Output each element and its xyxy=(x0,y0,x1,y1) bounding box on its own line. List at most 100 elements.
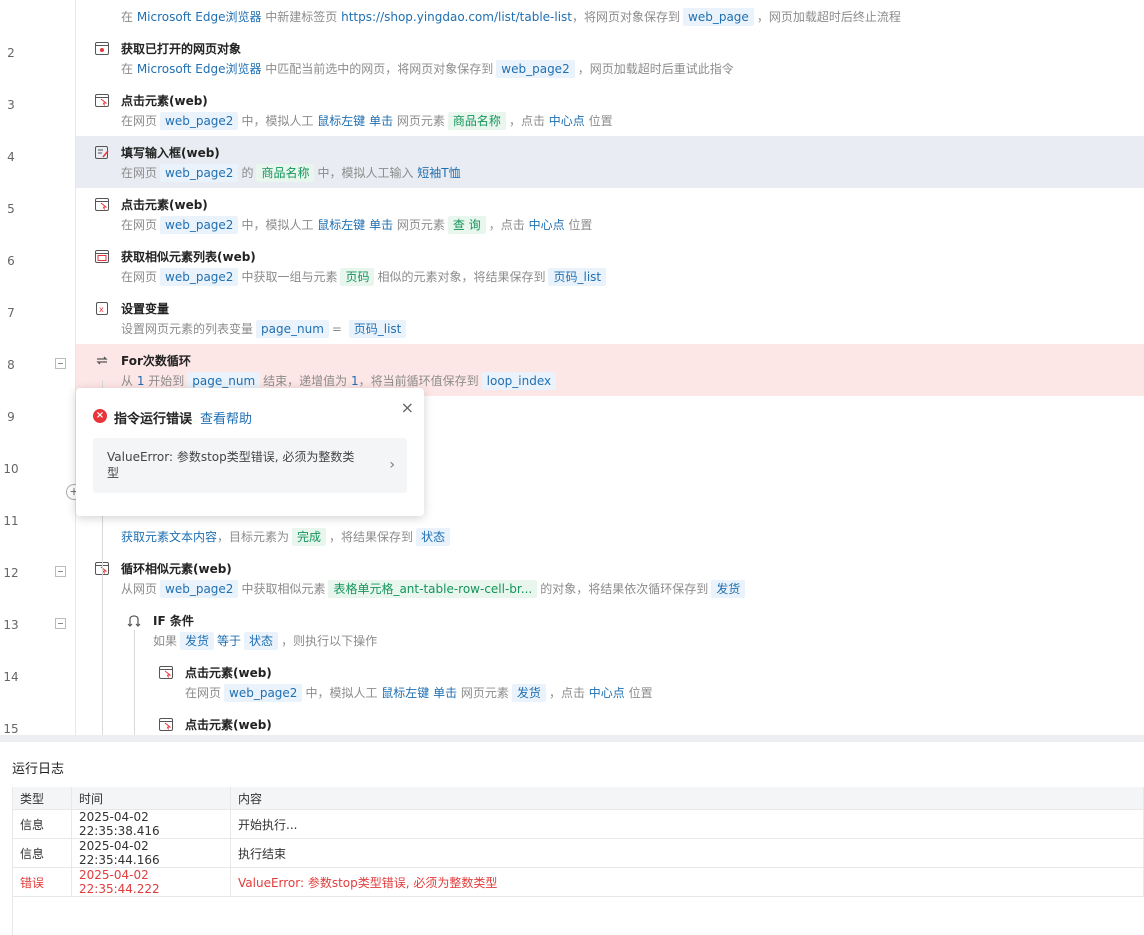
browser-icon xyxy=(95,42,109,55)
keyword-text: 鼠标左键 单击 xyxy=(381,686,458,700)
input-field-icon xyxy=(95,146,109,159)
click-element-icon xyxy=(159,718,173,731)
line-number: 3 xyxy=(7,98,15,112)
description-text: 位置 xyxy=(564,218,593,232)
description-text: ，点击 xyxy=(508,114,549,128)
description-text: 从 xyxy=(121,374,137,388)
flow-step-row[interactable]: 在 Microsoft Edge浏览器 中新建标签页 https://shop.… xyxy=(0,0,1144,32)
flow-step-row[interactable]: 13 IF 条件 如果 发货 等于 状态 ，则执行以下操作 xyxy=(0,604,1144,656)
log-cell-type: 错误 xyxy=(12,867,72,897)
step-title: 获取已打开的网页对象 xyxy=(121,42,242,56)
description-text: 中获取一组与元素 xyxy=(241,270,338,284)
line-number: 4 xyxy=(7,150,15,164)
description-text: 中获取相似元素 xyxy=(241,582,326,596)
variable-tag: web_page2 xyxy=(160,216,239,234)
log-cell-type: 信息 xyxy=(12,838,72,868)
element-list-icon xyxy=(95,250,109,263)
flow-step-row[interactable]: 5 点击元素(web) 在网页 web_page2 中，模拟人工 鼠标左键 单击 网页元… xyxy=(0,188,1144,240)
line-number: 14 xyxy=(3,670,19,684)
description-text: 相似的元素对象，将结果保存到 xyxy=(377,270,546,284)
if-condition-icon xyxy=(127,614,141,627)
line-number: 6 xyxy=(7,254,15,268)
error-popup: × 指令运行错误 查看帮助 × ValueError: 参数stop类型错误, … xyxy=(76,388,424,516)
description-text: 网页元素 xyxy=(393,114,445,128)
description-text: 在网页 xyxy=(121,270,158,284)
run-log-panel: 运行日志 类型 时间 内容 信息 2025-04-02 22:35:38.416 开… xyxy=(0,742,1144,935)
step-description: 如果 发货 等于 状态 ，则执行以下操作 xyxy=(153,632,377,650)
collapse-toggle-icon[interactable] xyxy=(55,358,66,369)
step-title: 点击元素(web) xyxy=(121,94,208,108)
collapse-toggle-icon[interactable] xyxy=(55,566,66,577)
log-table: 类型 时间 内容 信息 2025-04-02 22:35:38.416 开始执行..… xyxy=(12,787,1144,897)
keyword-text: 中心点 xyxy=(588,686,625,700)
log-row[interactable]: 信息 2025-04-02 22:35:38.416 开始执行... xyxy=(12,809,1144,839)
line-number: 11 xyxy=(3,514,19,528)
keyword-text: 等于 xyxy=(217,634,242,648)
description-text: 在网页 xyxy=(121,218,158,232)
line-number: 5 xyxy=(7,202,15,216)
flow-step-row[interactable]: 12 循环相似元素(web) 从网页 web_page2 中获取相似元素 表格单元格_an… xyxy=(0,552,1144,604)
step-description: 在 Microsoft Edge浏览器 中匹配当前选中的网页，将网页对象保存到 w… xyxy=(121,60,734,78)
step-description: 在网页 web_page2 中，模拟人工 鼠标左键 单击 网页元素查 询，点击 中心… xyxy=(121,216,592,234)
line-number: 15 xyxy=(3,722,19,735)
line-number: 9 xyxy=(7,410,15,424)
step-title: 点击元素(web) xyxy=(121,198,208,212)
panel-divider[interactable] xyxy=(0,735,1144,742)
line-number: 2 xyxy=(7,46,15,60)
variable-tag: 状态 xyxy=(416,528,451,546)
variable-tag: 页码_list xyxy=(548,268,607,286)
description-text: 中，模拟人工 xyxy=(305,686,382,700)
step-description: 在网页 web_page2 中获取一组与元素 页码 相似的元素对象，将结果保存到 页码_l… xyxy=(121,268,609,286)
flow-step-row[interactable]: 3 点击元素(web) 在网页 web_page2 中，模拟人工 鼠标左键 单击 网页元… xyxy=(0,84,1144,136)
variable-tag: 状态 xyxy=(244,632,279,650)
chevron-right-icon: › xyxy=(389,457,395,473)
step-title: For次数循环 xyxy=(121,354,191,368)
element-tag: 商品名称 xyxy=(256,164,315,182)
log-cell-content: 开始执行... xyxy=(230,809,1144,839)
flow-editor: 在 Microsoft Edge浏览器 中新建标签页 https://shop.… xyxy=(0,0,1144,735)
variable-tag: web_page xyxy=(683,8,754,26)
flow-step-row[interactable]: 15点击元素(web)在网页web_page2中，模拟人工 鼠标左键 单击 网页… xyxy=(0,708,1144,735)
keyword-text: 1 xyxy=(351,374,359,388)
flow-step-row[interactable]: 14 点击元素(web) 在网页 web_page2 中，模拟人工 鼠标左键 单击 网页… xyxy=(0,656,1144,708)
description-text: 在 xyxy=(121,10,137,24)
description-text: = xyxy=(331,322,346,336)
click-element-icon xyxy=(95,94,109,107)
step-description: 在网页 web_page2 中，模拟人工 鼠标左键 单击 网页元素 商品名称 ，点击 中… xyxy=(121,112,613,130)
description-text: ，则执行以下操作 xyxy=(281,634,378,648)
keyword-text: Microsoft Edge浏览器 xyxy=(136,62,262,76)
flow-step-row[interactable]: 6 获取相似元素列表(web) 在网页 web_page2 中获取一组与元素 页码 相似的元… xyxy=(0,240,1144,292)
error-icon: × xyxy=(93,409,107,423)
variable-tag: 页码_list xyxy=(348,320,407,338)
step-description: 在网页 web_page2 中，模拟人工 鼠标左键 单击 网页元素 发货 ，点击 中心点… xyxy=(185,684,653,702)
log-row[interactable]: 错误 2025-04-02 22:35:44.222 ValueError: 参数s… xyxy=(12,867,1144,897)
help-link[interactable]: 查看帮助 xyxy=(200,408,252,427)
flow-step-row[interactable]: 4 填写输入框(web) 在网页 web_page2 的商品名称 中，模拟人工输入 短袖T… xyxy=(0,136,1144,188)
step-description: 在 Microsoft Edge浏览器 中新建标签页 https://shop.… xyxy=(121,8,901,26)
log-cell-time: 2025-04-02 22:35:44.166 xyxy=(71,838,231,868)
description-text: 在网页 xyxy=(185,686,222,700)
variable-tag: web_page2 xyxy=(496,60,575,78)
error-message: ValueError: 参数stop类型错误, 必须为整数类型 xyxy=(107,450,355,480)
run-log-title: 运行日志 xyxy=(12,762,65,777)
description-text: 位置 xyxy=(584,114,613,128)
description-text: 中，模拟人工输入 xyxy=(317,166,418,180)
flow-step-row[interactable]: 2 获取已打开的网页对象在 Microsoft Edge浏览器 中匹配当前选中的网… xyxy=(0,32,1144,84)
click-element-icon xyxy=(159,666,173,679)
flow-step-row[interactable]: 7 x 设置变量 设置网页元素的列表变量 page_num = 页码_list xyxy=(0,292,1144,344)
description-text: ，点击 xyxy=(488,218,529,232)
keyword-text: 中心点 xyxy=(548,114,585,128)
error-detail-box[interactable]: ValueError: 参数stop类型错误, 必须为整数类型 › xyxy=(93,438,407,493)
description-text: 中，模拟人工 xyxy=(241,218,318,232)
step-description: 在网页 web_page2 的商品名称 中，模拟人工输入 短袖T恤 xyxy=(121,164,461,182)
close-icon[interactable]: × xyxy=(401,398,414,417)
keyword-text: 鼠标左键 单击 xyxy=(317,114,394,128)
variable-tag: 发货 xyxy=(511,684,546,702)
log-row[interactable]: 信息 2025-04-02 22:35:44.166 执行结束 xyxy=(12,838,1144,868)
variable-tag: web_page2 xyxy=(160,164,239,182)
step-title: 获取相似元素列表(web) xyxy=(121,250,256,264)
collapse-toggle-icon[interactable] xyxy=(55,618,66,629)
line-number: 7 xyxy=(7,306,15,320)
element-tag: 完成 xyxy=(292,528,327,546)
description-text: ，将当前循环值保存到 xyxy=(358,374,479,388)
